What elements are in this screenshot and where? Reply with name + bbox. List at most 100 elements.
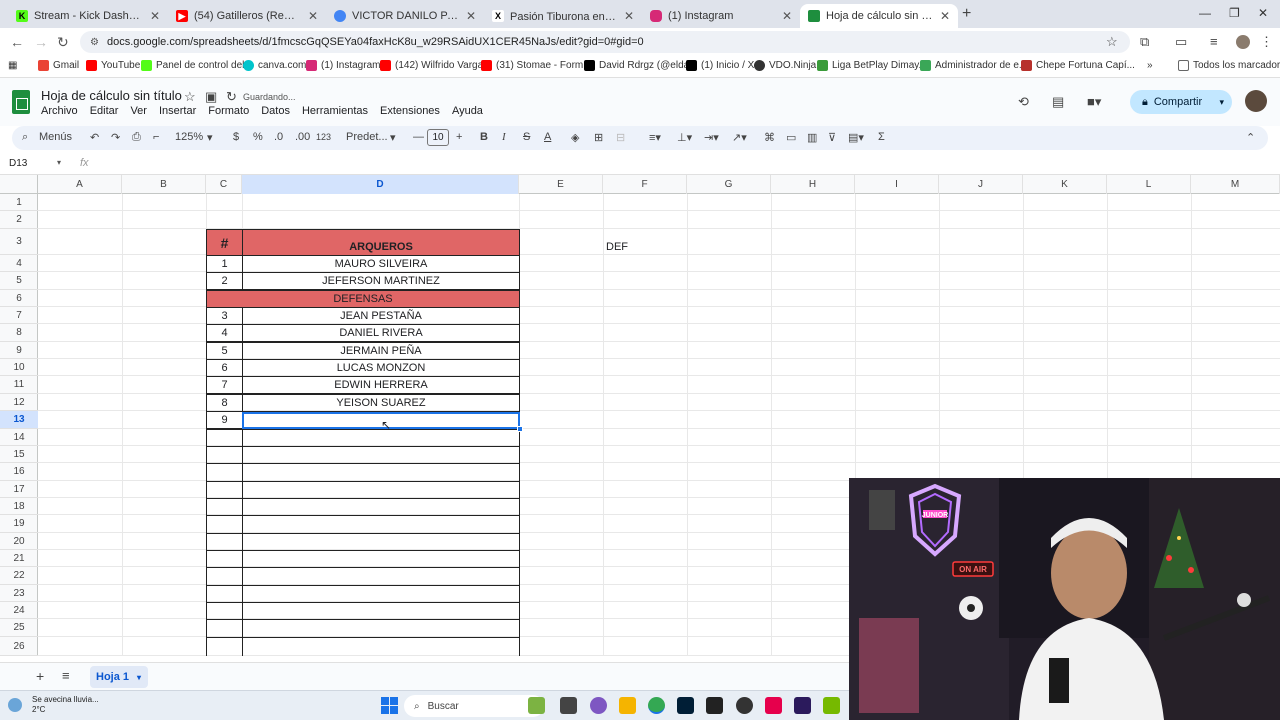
app-icon[interactable] bbox=[736, 697, 753, 714]
text-wrap-icon[interactable]: ⇥▾ bbox=[704, 131, 719, 144]
bookmark-item[interactable]: YouTube bbox=[86, 60, 140, 71]
zoom-select[interactable]: 125% bbox=[175, 131, 203, 143]
menu-editar[interactable]: Editar bbox=[90, 105, 119, 117]
new-tab-button[interactable]: + bbox=[962, 5, 971, 23]
menu-extensiones[interactable]: Extensiones bbox=[380, 105, 440, 117]
arqueros-header-cell[interactable]: ARQUEROS bbox=[242, 229, 520, 256]
row-header[interactable]: 22 bbox=[0, 567, 38, 585]
name-cell[interactable]: JEAN PESTAÑA bbox=[242, 307, 520, 325]
more-bookmarks-icon[interactable]: » bbox=[1147, 60, 1153, 71]
decrease-decimal[interactable]: .0 bbox=[274, 131, 283, 143]
menu-ayuda[interactable]: Ayuda bbox=[452, 105, 483, 117]
column-header[interactable]: E bbox=[519, 175, 603, 194]
empty-number-cell[interactable] bbox=[206, 533, 243, 551]
close-icon[interactable]: ✕ bbox=[466, 9, 476, 23]
close-icon[interactable]: ✕ bbox=[940, 9, 950, 23]
hash-header-cell[interactable]: # bbox=[206, 229, 243, 256]
empty-number-cell[interactable] bbox=[206, 463, 243, 482]
row-header[interactable]: 21 bbox=[0, 550, 38, 567]
add-sheet-icon[interactable]: + bbox=[36, 668, 44, 684]
obs-icon[interactable] bbox=[706, 697, 723, 714]
forward-icon[interactable]: → bbox=[34, 34, 48, 50]
column-header[interactable]: K bbox=[1023, 175, 1107, 194]
close-icon[interactable]: ✕ bbox=[308, 9, 318, 23]
bookmark-item[interactable]: canva.com bbox=[243, 60, 306, 71]
print-icon[interactable]: ⎙ bbox=[132, 131, 141, 144]
chrome-icon[interactable] bbox=[648, 697, 665, 714]
row-header[interactable]: 7 bbox=[0, 307, 38, 324]
close-window-icon[interactable]: ✕ bbox=[1258, 6, 1268, 20]
currency-format[interactable]: $ bbox=[233, 131, 239, 143]
row-header[interactable]: 25 bbox=[0, 619, 38, 637]
number-cell[interactable]: 8 bbox=[206, 394, 243, 412]
empty-number-cell[interactable] bbox=[206, 602, 243, 620]
number-cell[interactable]: 6 bbox=[206, 359, 243, 377]
name-cell[interactable]: JERMAIN PEÑA bbox=[242, 342, 520, 360]
cast-icon[interactable]: ▭ bbox=[1175, 34, 1187, 50]
def-cell[interactable]: DEF bbox=[606, 229, 666, 256]
bookmark-item[interactable]: VDO.Ninja bbox=[754, 60, 816, 71]
align-horizontal-icon[interactable]: ≡▾ bbox=[649, 131, 661, 144]
bookmark-item[interactable]: Administrador de e... bbox=[920, 60, 1027, 71]
empty-number-cell[interactable] bbox=[206, 515, 243, 534]
comments-icon[interactable]: ▤ bbox=[1052, 94, 1064, 110]
row-header[interactable]: 9 bbox=[0, 342, 38, 359]
menu-datos[interactable]: Datos bbox=[261, 105, 290, 117]
all-sheets-icon[interactable]: ≡ bbox=[62, 668, 70, 683]
row-header[interactable]: 18 bbox=[0, 498, 38, 515]
bookmark-item[interactable]: (1) Inicio / X bbox=[686, 60, 754, 71]
file-explorer-icon[interactable] bbox=[619, 697, 636, 714]
functions-icon[interactable]: Σ bbox=[878, 131, 885, 143]
chevron-down-icon[interactable]: ▾ bbox=[207, 131, 213, 144]
name-box[interactable]: D13 bbox=[9, 158, 27, 169]
move-folder-icon[interactable]: ▣ bbox=[205, 89, 217, 105]
row-header[interactable]: 10 bbox=[0, 359, 38, 376]
chevron-down-icon[interactable]: ▾ bbox=[137, 673, 141, 682]
close-icon[interactable]: ✕ bbox=[150, 9, 160, 23]
row-header[interactable]: 26 bbox=[0, 637, 38, 656]
browser-tab[interactable]: K Stream - Kick Dashboard ✕ bbox=[8, 4, 168, 28]
empty-name-cell[interactable] bbox=[242, 463, 520, 482]
sheets-logo-icon[interactable] bbox=[12, 90, 30, 114]
close-icon[interactable]: ✕ bbox=[782, 9, 792, 23]
maximize-icon[interactable]: ❐ bbox=[1229, 6, 1240, 20]
row-header[interactable]: 12 bbox=[0, 394, 38, 411]
empty-name-cell[interactable] bbox=[242, 637, 520, 656]
history-icon[interactable]: ⟲ bbox=[1018, 94, 1029, 110]
defensas-section-cell[interactable]: DEFENSAS bbox=[206, 290, 520, 308]
name-cell[interactable]: DANIEL RIVERA bbox=[242, 324, 520, 342]
search-icon[interactable]: ⌕ bbox=[22, 131, 28, 144]
row-header[interactable]: 17 bbox=[0, 481, 38, 498]
text-color-button[interactable]: A bbox=[544, 131, 551, 143]
empty-name-cell[interactable] bbox=[242, 550, 520, 568]
more-icon[interactable]: ⋮ bbox=[1260, 34, 1273, 50]
filter-icon[interactable]: ⊽ bbox=[828, 131, 836, 144]
weather-widget[interactable]: Se avecina lluvia... 2°C bbox=[8, 695, 99, 715]
filter-views-icon[interactable]: ▤▾ bbox=[848, 131, 864, 144]
bookmark-item[interactable]: (1) Instagram bbox=[306, 60, 380, 71]
empty-name-cell[interactable] bbox=[242, 515, 520, 534]
empty-name-cell[interactable] bbox=[242, 619, 520, 638]
chevron-down-icon[interactable]: ▾ bbox=[1219, 97, 1224, 108]
name-cell[interactable]: MAURO SILVEIRA bbox=[242, 255, 520, 273]
number-cell[interactable]: 2 bbox=[206, 272, 243, 290]
bookmark-item[interactable]: Panel de control del... bbox=[141, 60, 253, 71]
after-effects-icon[interactable] bbox=[794, 697, 811, 714]
row-header[interactable]: 1 bbox=[0, 194, 38, 211]
copilot-icon[interactable] bbox=[528, 697, 545, 714]
browser-tab-active[interactable]: Hoja de cálculo sin título - Hoja ✕ bbox=[800, 4, 958, 28]
row-header[interactable]: 20 bbox=[0, 533, 38, 550]
nvidia-icon[interactable] bbox=[823, 697, 840, 714]
empty-name-cell[interactable] bbox=[242, 498, 520, 516]
star-icon[interactable]: ☆ bbox=[184, 89, 196, 105]
row-header[interactable]: 5 bbox=[0, 272, 38, 290]
fill-color-icon[interactable]: ◈ bbox=[571, 131, 579, 144]
back-icon[interactable]: ← bbox=[10, 34, 24, 50]
name-cell[interactable]: EDWIN HERRERA bbox=[242, 376, 520, 394]
browser-tab[interactable]: (1) Instagram ✕ bbox=[642, 4, 800, 28]
row-header[interactable]: 14 bbox=[0, 429, 38, 446]
empty-number-cell[interactable] bbox=[206, 619, 243, 638]
bookmark-item[interactable]: Chepe Fortuna Capí... bbox=[1021, 60, 1135, 71]
empty-name-cell[interactable] bbox=[242, 446, 520, 464]
column-header[interactable]: H bbox=[771, 175, 855, 194]
